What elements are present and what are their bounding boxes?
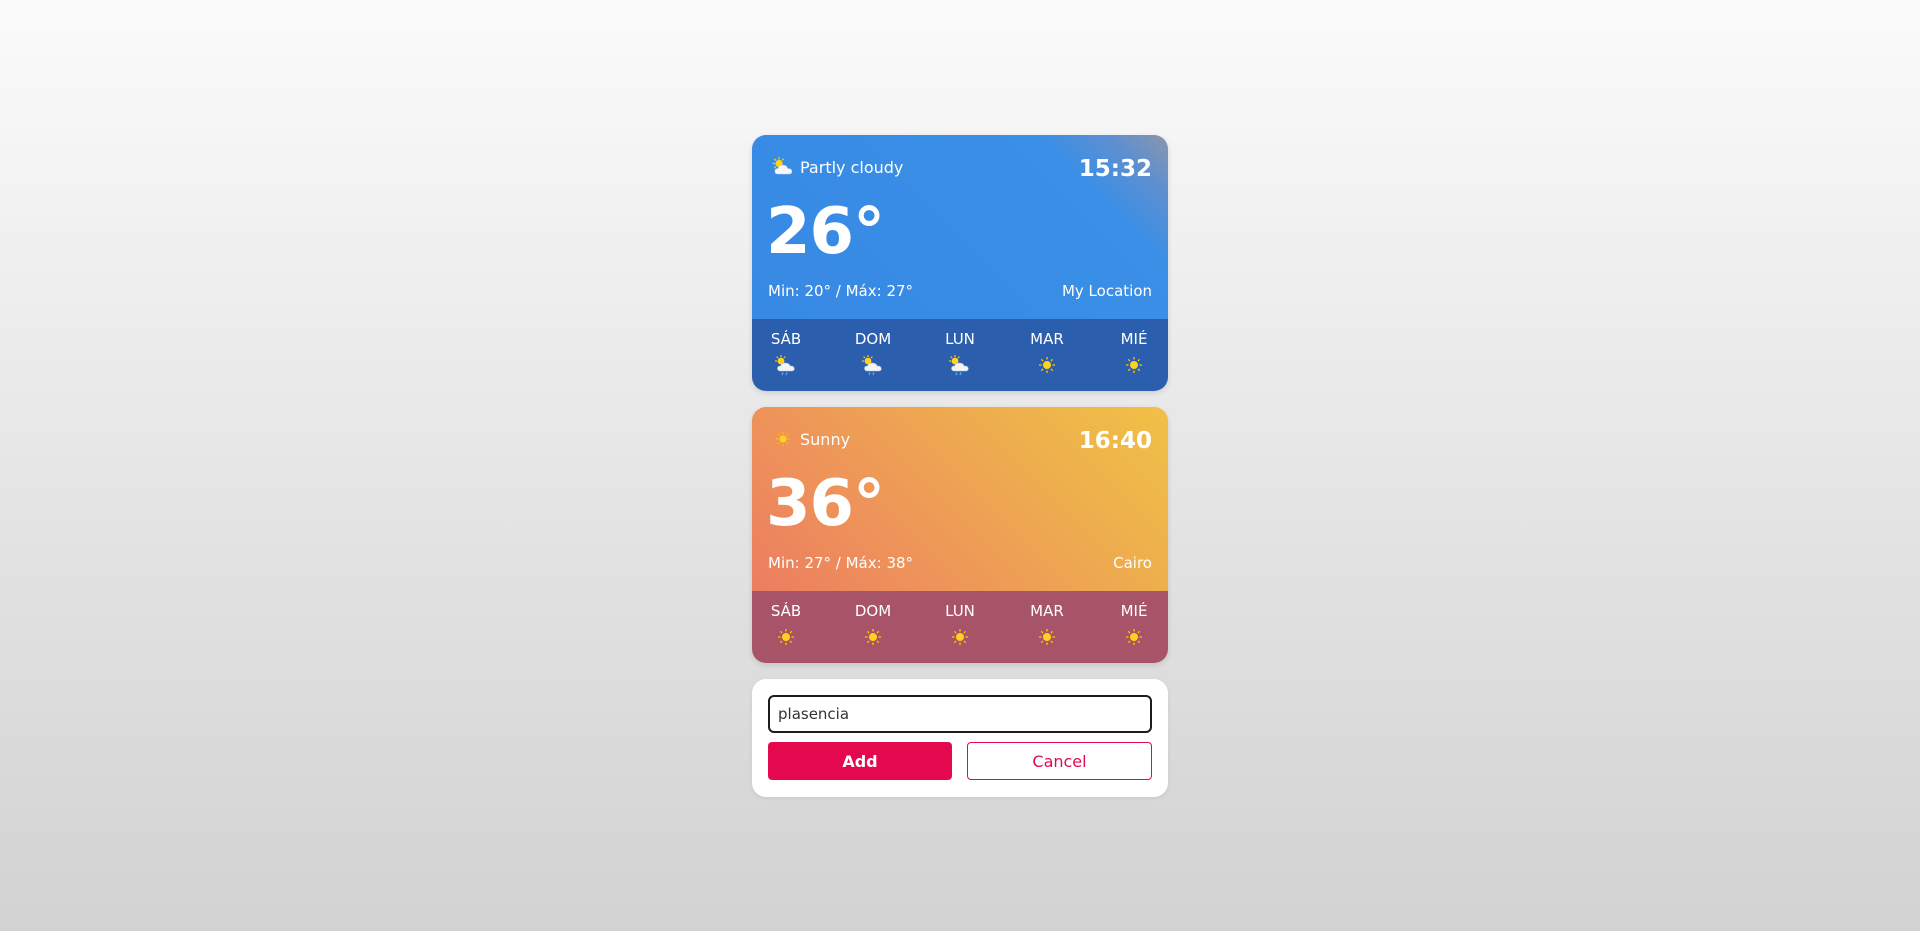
forecast-day-label: MAR [1030, 330, 1064, 348]
current-temperature: 26° [766, 195, 885, 269]
current-condition: Partly cloudy [770, 156, 903, 178]
min-max-temperature: Min: 27° / Máx: 38° [768, 554, 914, 572]
forecast-day: DOM [853, 330, 893, 377]
local-time: 15:32 [1078, 156, 1152, 182]
forecast-day-label: DOM [854, 330, 892, 348]
partly-cloudy-icon [772, 157, 793, 175]
forecast-day-label: LUN [945, 602, 975, 620]
forecast-day: SÁB [766, 330, 806, 377]
forecast-day-label: MAR [1030, 602, 1064, 620]
condition-label: Partly cloudy [800, 157, 904, 177]
forecast-day-label: SÁB [770, 602, 802, 620]
forecast-day: LUN [940, 602, 980, 649]
forecast-day: MAR [1027, 330, 1067, 377]
forecast-day: MAR [1027, 602, 1067, 649]
location-search-input[interactable] [768, 695, 1152, 733]
sun-icon [952, 629, 968, 645]
cancel-button[interactable]: Cancel [967, 742, 1152, 780]
forecast-day: DOM [853, 602, 893, 649]
forecast-day: LUN [940, 330, 980, 377]
condition-label: Sunny [800, 429, 851, 449]
forecast-day-label: MIÉ [1120, 602, 1148, 620]
add-button[interactable]: Add [768, 742, 952, 780]
location-name: My Location [1061, 282, 1152, 300]
partly-cloudy-rain-icon [862, 355, 882, 376]
partly-cloudy-rain-icon [949, 355, 969, 376]
forecast-strip: SÁB DOM LUN MAR MIÉ [752, 591, 1168, 663]
weather-card-main: Partly cloudy 15:32 26° Min: 20° / Máx: … [752, 135, 1168, 319]
partly-cloudy-rain-icon [775, 355, 795, 376]
weather-column: Partly cloudy 15:32 26° Min: 20° / Máx: … [752, 135, 1168, 797]
current-condition: Sunny [770, 428, 850, 450]
forecast-day: SÁB [766, 602, 806, 649]
weather-card-cairo[interactable]: Sunny 16:40 36° Min: 27° / Máx: 38° Cair… [752, 407, 1168, 663]
current-temperature: 36° [766, 467, 885, 541]
sun-icon [1039, 629, 1055, 645]
forecast-day-label: DOM [854, 602, 892, 620]
sun-icon [778, 629, 794, 645]
sun-icon [1126, 357, 1142, 373]
forecast-day: MIÉ [1114, 602, 1154, 649]
sun-icon [1126, 629, 1142, 645]
location-name: Cairo [1113, 554, 1152, 572]
forecast-strip: SÁB DOM LUN MAR MIÉ [752, 319, 1168, 391]
weather-card-main: Sunny 16:40 36° Min: 27° / Máx: 38° Cair… [752, 407, 1168, 591]
local-time: 16:40 [1078, 428, 1152, 454]
sun-icon [776, 432, 790, 446]
min-max-temperature: Min: 20° / Máx: 27° [768, 282, 914, 300]
forecast-day-label: MIÉ [1120, 330, 1148, 348]
forecast-day-label: LUN [945, 330, 975, 348]
forecast-day: MIÉ [1114, 330, 1154, 377]
sun-icon [1039, 357, 1055, 373]
forecast-day-label: SÁB [770, 330, 802, 348]
sun-icon [865, 629, 881, 645]
add-location-form: Add Cancel [752, 679, 1168, 797]
weather-card-my-location[interactable]: Partly cloudy 15:32 26° Min: 20° / Máx: … [752, 135, 1168, 391]
